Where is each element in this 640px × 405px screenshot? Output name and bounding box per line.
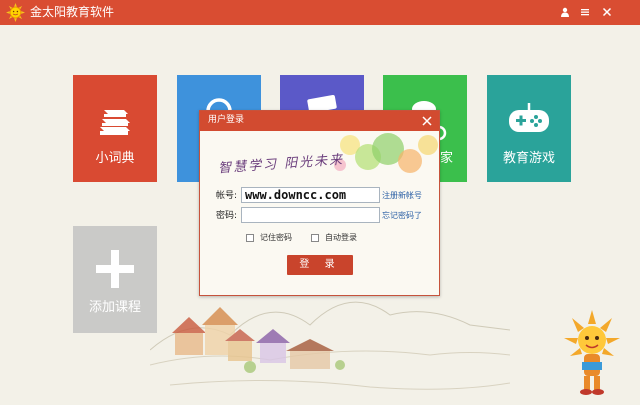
dialog-close-icon[interactable] xyxy=(421,115,433,127)
sun-mascot-icon xyxy=(564,310,620,395)
account-label: 帐号: xyxy=(216,191,238,201)
user-icon xyxy=(561,7,569,17)
auto-login-label: 自动登录 xyxy=(325,233,357,242)
dialog-header: 用户登录 xyxy=(200,111,439,131)
tile-label: 小词典 xyxy=(95,151,135,166)
sun-logo-icon xyxy=(6,3,25,22)
menu-icon xyxy=(581,9,589,16)
add-course-tile[interactable]: 添加课程 xyxy=(73,226,157,333)
tile-label: 添加课程 xyxy=(88,300,141,315)
password-input[interactable] xyxy=(241,207,380,223)
dialog-title: 用户登录 xyxy=(208,115,245,125)
menu-button[interactable] xyxy=(576,3,594,21)
books-icon xyxy=(100,110,130,135)
auto-login-checkbox[interactable]: 自动登录 xyxy=(311,232,357,244)
gamepad-icon xyxy=(509,103,549,132)
remember-password-label: 记住密码 xyxy=(260,233,292,242)
checkbox-box[interactable] xyxy=(311,234,319,242)
checkbox-box[interactable] xyxy=(246,234,254,242)
tile-dictionary[interactable]: 小词典 xyxy=(73,75,157,182)
title-bar: 金太阳教育软件 xyxy=(0,0,640,25)
plus-icon xyxy=(96,250,134,288)
close-icon xyxy=(602,7,612,17)
login-button[interactable]: 登 录 xyxy=(287,255,353,275)
account-input[interactable]: www.downcc.com xyxy=(241,187,380,203)
tile-education-games[interactable]: 教育游戏 xyxy=(487,75,571,182)
register-link[interactable]: 注册新帐号 xyxy=(382,190,422,202)
forgot-password-link[interactable]: 忘记密码了 xyxy=(382,210,422,222)
close-button[interactable] xyxy=(598,3,616,21)
dialog-banner: 智慧学习 阳光未来 xyxy=(200,131,439,181)
app-title: 金太阳教育软件 xyxy=(30,5,115,19)
login-dialog: 用户登录 智慧学习 阳光未来 帐号: www.downcc.com 注册新帐号 … xyxy=(199,110,440,296)
remember-password-checkbox[interactable]: 记住密码 xyxy=(246,232,292,244)
user-button[interactable] xyxy=(556,3,574,21)
password-label: 密码: xyxy=(216,211,238,221)
tile-label: 教育游戏 xyxy=(502,151,555,166)
